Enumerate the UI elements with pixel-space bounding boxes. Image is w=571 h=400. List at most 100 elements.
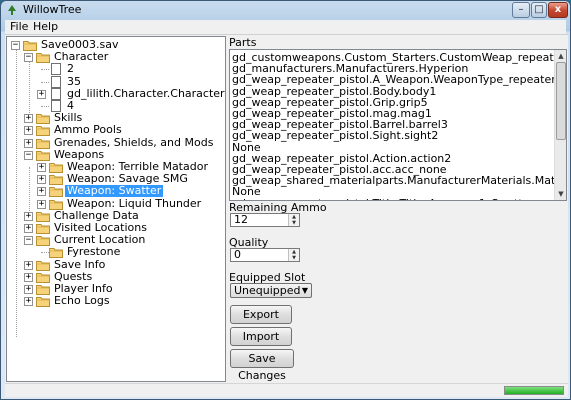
expand-icon[interactable]: + <box>24 114 33 124</box>
tree-node-echo-logs[interactable]: + Echo Logs <box>7 295 225 308</box>
tree-node-fyrestone[interactable]: Fyrestone <box>7 246 225 259</box>
tree-node-character-2[interactable]: 2 <box>7 63 225 76</box>
scroll-down-icon[interactable]: ▼ <box>555 188 566 200</box>
save-tree-view[interactable]: − Save0003.sav − Character 2 35 + gd_lilith.Cha… <box>6 36 226 382</box>
maximize-button[interactable]: □ <box>531 2 547 18</box>
expand-icon[interactable]: + <box>24 272 33 282</box>
tree-node-label[interactable]: Visited Locations <box>52 222 149 234</box>
remaining-ammo-value: 12 <box>234 213 248 226</box>
tree-node-label[interactable]: Character <box>52 51 110 63</box>
tree-node-weapon-liquid-thunder[interactable]: + Weapon: Liquid Thunder <box>7 197 225 210</box>
tree-node-label[interactable]: gd_lilith.Character.CharacterClass_Lilit… <box>65 87 225 100</box>
tree-node-label[interactable]: Current Location <box>52 234 147 246</box>
tree-node-player-info[interactable]: + Player Info <box>7 283 225 295</box>
parts-line: gd_customweapons.Custom_Starters.CustomW… <box>232 51 566 64</box>
tree-node-weapon-savage-smg[interactable]: + Weapon: Savage SMG <box>7 173 225 186</box>
progress-fill <box>505 387 563 394</box>
quality-input[interactable]: 0 ▲ ▼ <box>230 248 300 262</box>
tree-node-character-35[interactable]: 35 <box>7 75 225 88</box>
title-bar[interactable]: WillowTree – □ x <box>1 1 570 19</box>
tree-guide-line <box>41 69 49 71</box>
tree-node-weapon-terrible-matador[interactable]: + Weapon: Terrible Matador <box>7 161 225 173</box>
tree-node-label[interactable]: Ammo Pools <box>52 124 124 136</box>
parts-line: gd_weap_repeater_pistol.A_Weapon.WeaponT… <box>232 73 567 87</box>
tree-node-character[interactable]: − Character <box>7 51 225 64</box>
tree-node-current-location[interactable]: − Current Location <box>7 234 225 247</box>
expand-icon[interactable]: + <box>37 199 46 209</box>
collapse-icon[interactable]: − <box>24 236 33 246</box>
tree-node-quests[interactable]: + Quests <box>7 270 225 283</box>
tree-node-ammo-pools[interactable]: + Ammo Pools <box>7 124 225 137</box>
expand-icon[interactable]: + <box>24 297 33 307</box>
expand-icon[interactable]: + <box>24 260 33 270</box>
expand-icon[interactable]: + <box>24 224 33 233</box>
parts-line: gd_weap_shared_materialparts.Manufacture… <box>232 174 567 188</box>
status-bar <box>5 383 568 397</box>
tree-node-label[interactable]: Player Info <box>52 283 115 295</box>
tree-node-label[interactable]: Save Info <box>52 258 107 271</box>
tree-node-label[interactable]: Weapon: Terrible Matador <box>65 161 210 173</box>
quality-spin-buttons[interactable]: ▲ ▼ <box>288 249 299 261</box>
parts-textbox[interactable]: gd_weap_repeater_pistol.Title.Title_Accu… <box>229 49 567 201</box>
close-button[interactable]: x <box>548 2 568 18</box>
export-item-button[interactable]: Export Item <box>230 305 292 338</box>
tree-node-label[interactable]: Weapon: Savage SMG <box>65 173 190 185</box>
expand-icon[interactable]: + <box>24 138 33 148</box>
tree-node-grenades-shields-mods[interactable]: + Grenades, Shields, and Mods <box>7 136 225 149</box>
expand-icon[interactable]: + <box>37 175 46 185</box>
tree-node-weapon-swatter[interactable]: + Weapon: Swatter <box>7 185 225 198</box>
equipped-slot-select[interactable]: Unequipped ▼ <box>230 283 312 298</box>
tree-guide-line <box>41 252 49 254</box>
save-changes-button[interactable]: Save Changes <box>230 349 294 382</box>
tree-node-save-info[interactable]: + Save Info <box>7 258 225 271</box>
tree-node-visited-locations[interactable]: + Visited Locations <box>7 222 225 234</box>
menu-file[interactable]: File <box>10 20 28 34</box>
window-title: WillowTree <box>23 3 82 16</box>
scroll-up-icon[interactable]: ▲ <box>555 50 566 62</box>
chevron-down-icon: ▼ <box>301 286 308 295</box>
parts-line: gd_weap_repeater_pistol.Barrel.barrel3 <box>232 118 448 132</box>
scroll-thumb[interactable] <box>556 62 566 140</box>
collapse-icon[interactable]: − <box>24 53 33 63</box>
expand-icon[interactable]: + <box>37 89 46 99</box>
tree-node-label[interactable]: 2 <box>65 63 76 75</box>
tree-node-character-4[interactable]: 4 <box>7 100 225 112</box>
tree-node-character-class[interactable]: + gd_lilith.Character.CharacterClass_Lili… <box>7 87 225 100</box>
tree-node-label[interactable]: 35 <box>65 75 83 88</box>
expand-icon[interactable]: + <box>37 163 46 172</box>
expand-icon[interactable]: + <box>24 211 33 221</box>
tree-node-label[interactable]: Weapons <box>52 148 106 161</box>
ammo-spin-buttons[interactable]: ▲ ▼ <box>288 214 299 226</box>
tree-node-label[interactable]: Save0003.sav <box>39 39 120 51</box>
expand-icon[interactable]: + <box>37 187 46 197</box>
tree-node-label[interactable]: Weapon: Swatter <box>65 185 164 198</box>
tree-node-label[interactable]: Fyrestone <box>65 246 122 258</box>
tree-node-label[interactable]: 4 <box>65 100 76 112</box>
tree-node-challenge-data[interactable]: + Challenge Data <box>7 209 225 222</box>
import-item-button[interactable]: Import Item <box>230 327 292 360</box>
tree-node-label[interactable]: Quests <box>52 270 94 283</box>
tree-node-weapons[interactable]: − Weapons <box>7 148 225 161</box>
folder-icon <box>49 248 63 259</box>
tree-node-label[interactable]: Echo Logs <box>52 295 112 307</box>
tree-node-label[interactable]: Challenge Data <box>52 209 141 222</box>
parts-line: gd_weap_repeater_pistol.Action.action2 <box>232 151 452 165</box>
tree-node-label[interactable]: Grenades, Shields, and Mods <box>52 136 215 149</box>
collapse-icon[interactable]: − <box>24 150 33 160</box>
client-area: − Save0003.sav − Character 2 35 + gd_lilith.Cha… <box>5 34 568 397</box>
menu-help[interactable]: Help <box>33 20 58 34</box>
minimize-button[interactable]: – <box>512 2 530 18</box>
tree-node-label[interactable]: Weapon: Liquid Thunder <box>65 197 203 210</box>
tree-node-label[interactable]: Skills <box>52 112 84 124</box>
collapse-icon[interactable]: − <box>11 41 20 50</box>
parts-line: gd_weap_repeater_pistol.Sight.sight2 <box>232 129 439 143</box>
app-window: WillowTree – □ x File Help − Save0003.sav… <box>0 0 571 400</box>
tree-node-skills[interactable]: + Skills <box>7 112 225 125</box>
tree-node-root[interactable]: − Save0003.sav <box>7 39 225 51</box>
remaining-ammo-input[interactable]: 12 ▲ ▼ <box>230 213 300 227</box>
parts-scrollbar[interactable]: ▲ ▼ <box>554 50 566 200</box>
folder-icon <box>49 175 63 186</box>
expand-icon[interactable]: + <box>24 285 33 294</box>
expand-icon[interactable]: + <box>24 126 33 136</box>
folder-icon <box>36 297 50 308</box>
